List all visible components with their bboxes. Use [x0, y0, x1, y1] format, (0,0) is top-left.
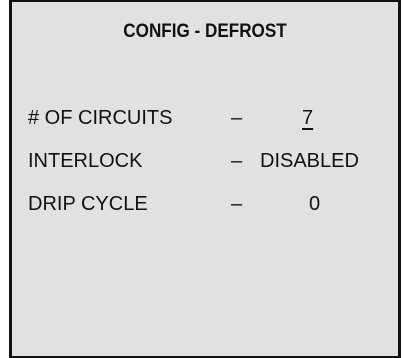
display-screen: CONFIG - DEFROST # OF CIRCUITS – 7 INTER… [9, 0, 401, 358]
setting-row-drip-cycle[interactable]: DRIP CYCLE – 0 [28, 191, 398, 217]
setting-value[interactable]: 0 [309, 191, 320, 217]
setting-row-circuits[interactable]: # OF CIRCUITS – 7 [28, 105, 398, 131]
screen-title: CONFIG - DEFROST [123, 21, 287, 42]
separator-dash: – [231, 193, 243, 215]
separator-dash: – [231, 150, 243, 172]
setting-label: DRIP CYCLE [28, 193, 148, 215]
separator-dash: – [231, 107, 243, 129]
setting-value[interactable]: DISABLED [260, 148, 359, 174]
setting-value-selected[interactable]: 7 [302, 105, 313, 131]
setting-label: # OF CIRCUITS [28, 107, 173, 129]
setting-label: INTERLOCK [28, 150, 143, 172]
setting-row-interlock[interactable]: INTERLOCK – DISABLED [28, 148, 398, 174]
